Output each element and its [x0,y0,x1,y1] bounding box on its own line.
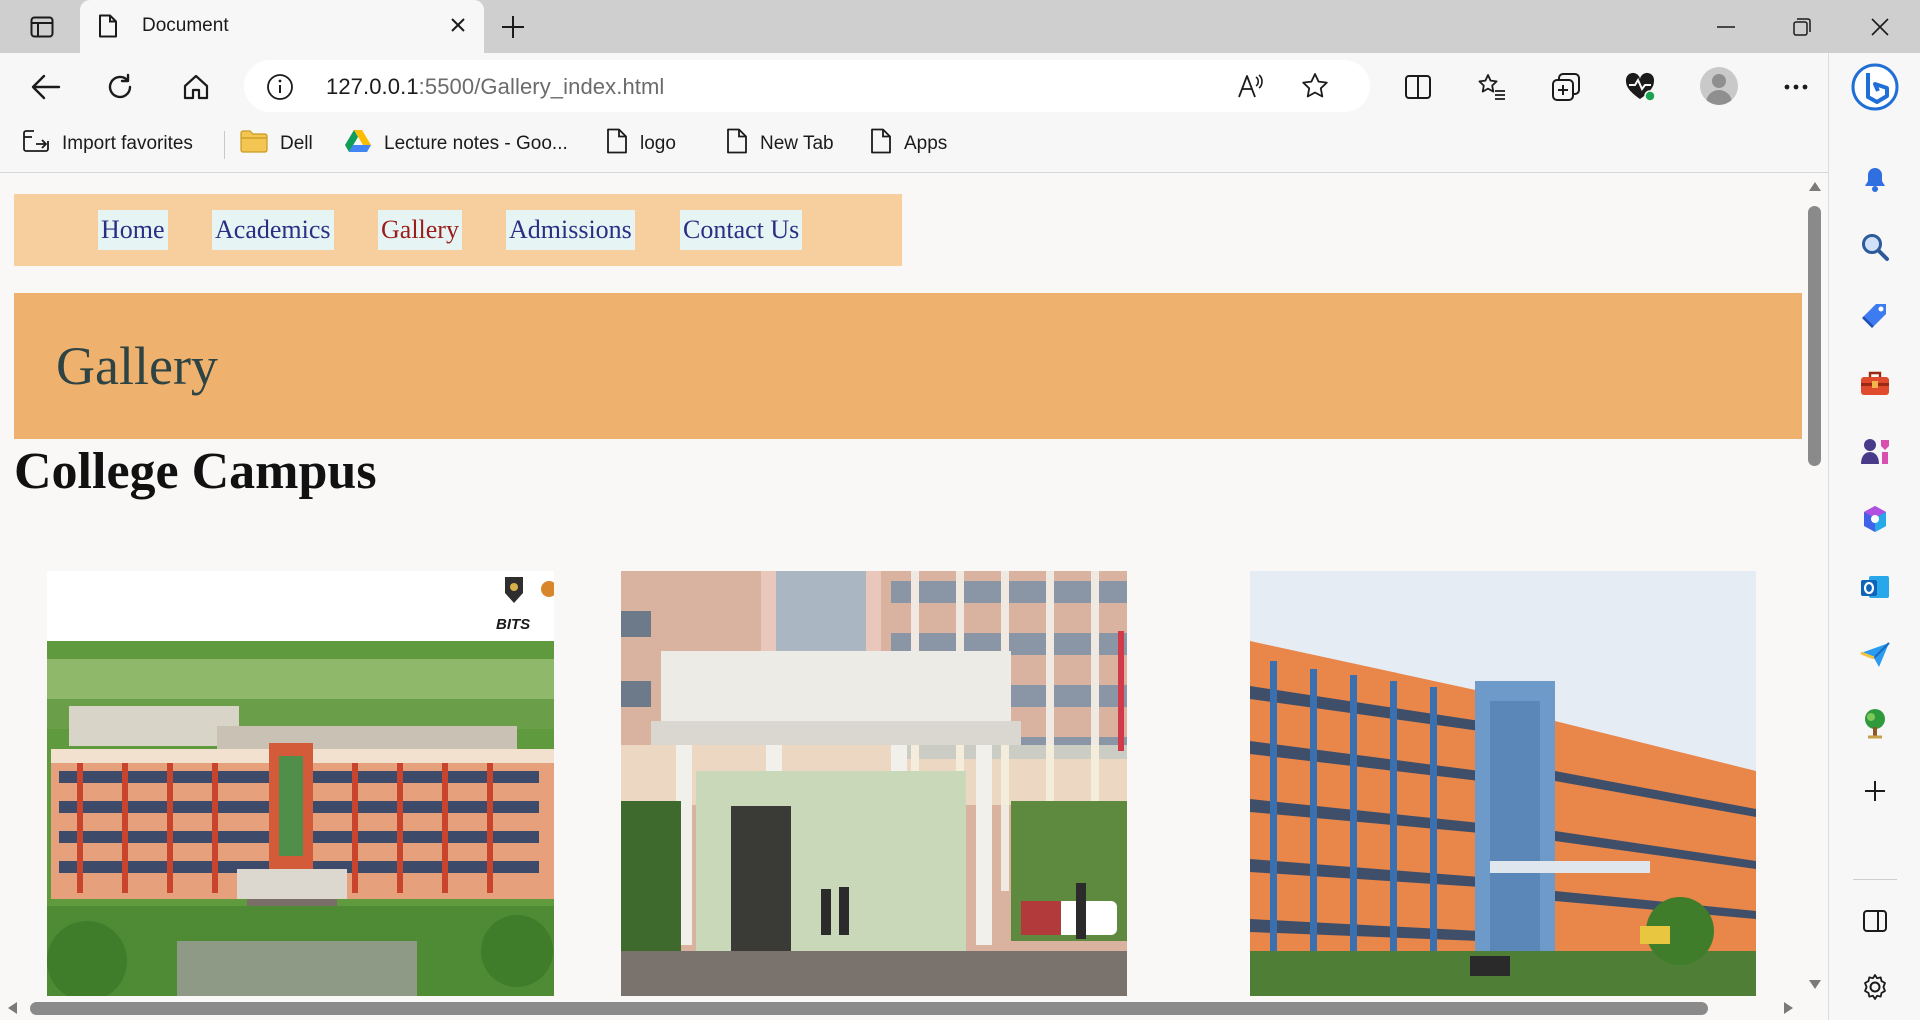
nav-link-academics[interactable]: Academics [212,210,334,250]
bookmark-new-tab[interactable]: New Tab [726,127,834,161]
nav-link-home[interactable]: Home [98,210,168,250]
banner-title: Gallery [56,336,218,396]
back-icon[interactable] [26,67,66,107]
address-bar[interactable]: 127.0.0.1:5500/Gallery_index.html [244,60,1370,112]
scroll-left-icon[interactable] [8,1002,17,1014]
bookmark-lecture-notes[interactable]: Lecture notes - Goo... [344,127,568,161]
bookmark-label: Import favorites [62,133,193,154]
bookmark-label: Lecture notes - Goo... [384,133,568,154]
bookmark-label: New Tab [760,133,834,154]
bing-icon[interactable] [1849,61,1901,113]
restore-icon[interactable] [1778,12,1826,42]
more-options-icon[interactable] [1776,67,1816,107]
read-aloud-icon[interactable] [1236,71,1266,101]
edge-sidebar [1828,53,1920,1020]
office-icon[interactable] [1853,497,1897,541]
refresh-icon[interactable] [100,67,140,107]
bookmark-separator [224,131,225,159]
bookmark-logo[interactable]: logo [606,127,676,161]
favorites-bar: Import favorites Dell Lecture notes - Go… [0,117,1828,173]
campus-photo-2 [621,571,1127,996]
active-tab[interactable]: Document [80,0,484,53]
favorites-icon[interactable] [1472,67,1512,107]
collections-icon[interactable] [1546,67,1586,107]
games-icon[interactable] [1853,429,1897,473]
horizontal-scrollbar[interactable] [0,996,1802,1020]
split-screen-icon[interactable] [1398,67,1438,107]
photo-badge-text: BITS [496,616,530,633]
bookmark-import-favorites[interactable]: Import favorites [22,127,193,161]
vertical-scrollbar[interactable] [1802,174,1828,1000]
scroll-down-icon[interactable] [1809,980,1821,989]
bell-icon[interactable] [1853,157,1897,201]
browser-toolbar: 127.0.0.1:5500/Gallery_index.html [0,53,1828,117]
scroll-right-icon[interactable] [1784,1002,1793,1014]
bookmark-apps[interactable]: Apps [870,127,947,161]
import-icon [22,128,50,160]
add-icon[interactable] [1853,769,1897,813]
url-host: 127.0.0.1 [326,74,419,99]
tag-icon[interactable] [1853,293,1897,337]
page-icon [98,14,118,43]
site-navbar: Home Academics Gallery Admissions Contac… [14,194,902,266]
scroll-up-icon[interactable] [1809,182,1821,191]
toolbox-icon[interactable] [1853,361,1897,405]
tab-strip: Document [0,0,1920,53]
sidebar-toggle-icon[interactable] [1853,899,1897,943]
browser-essentials-icon[interactable] [1620,67,1660,107]
profile-avatar[interactable] [1700,67,1738,105]
outlook-icon[interactable] [1853,565,1897,609]
new-tab-icon[interactable] [498,12,528,42]
page-icon [870,128,892,160]
google-drive-icon [344,129,372,159]
minimize-icon[interactable] [1702,12,1750,42]
close-tab-icon[interactable] [446,13,470,37]
nav-link-admissions[interactable]: Admissions [506,210,635,250]
campus-photo-1: BITS [47,571,554,996]
horizontal-scroll-thumb[interactable] [30,1002,1708,1015]
page-icon [726,128,748,160]
campus-photo-3 [1250,571,1756,996]
send-icon[interactable] [1853,633,1897,677]
favorite-star-icon[interactable] [1300,71,1330,101]
home-icon[interactable] [176,67,216,107]
sidebar-separator [1853,879,1897,880]
info-icon[interactable] [266,73,294,106]
tree-icon[interactable] [1853,701,1897,745]
bookmark-label: Apps [904,133,948,154]
close-window-icon[interactable] [1856,12,1904,42]
bookmark-label: logo [640,133,676,154]
bookmark-label: Dell [280,133,313,154]
vertical-scroll-thumb[interactable] [1808,206,1821,466]
tab-title: Document [142,15,229,36]
url-text[interactable]: 127.0.0.1:5500/Gallery_index.html [326,74,664,100]
page-banner: Gallery [14,293,1802,439]
page-viewport: Home Academics Gallery Admissions Contac… [0,174,1802,996]
settings-icon[interactable] [1853,965,1897,1009]
page-icon [606,128,628,160]
bookmark-dell[interactable]: Dell [240,127,313,161]
nav-link-gallery[interactable]: Gallery [378,210,462,250]
section-title: College Campus [14,443,377,500]
tab-actions-icon[interactable] [20,14,64,40]
nav-link-contact-us[interactable]: Contact Us [680,210,803,250]
folder-icon [240,129,268,159]
url-path: :5500/Gallery_index.html [418,74,665,99]
search-icon[interactable] [1853,225,1897,269]
